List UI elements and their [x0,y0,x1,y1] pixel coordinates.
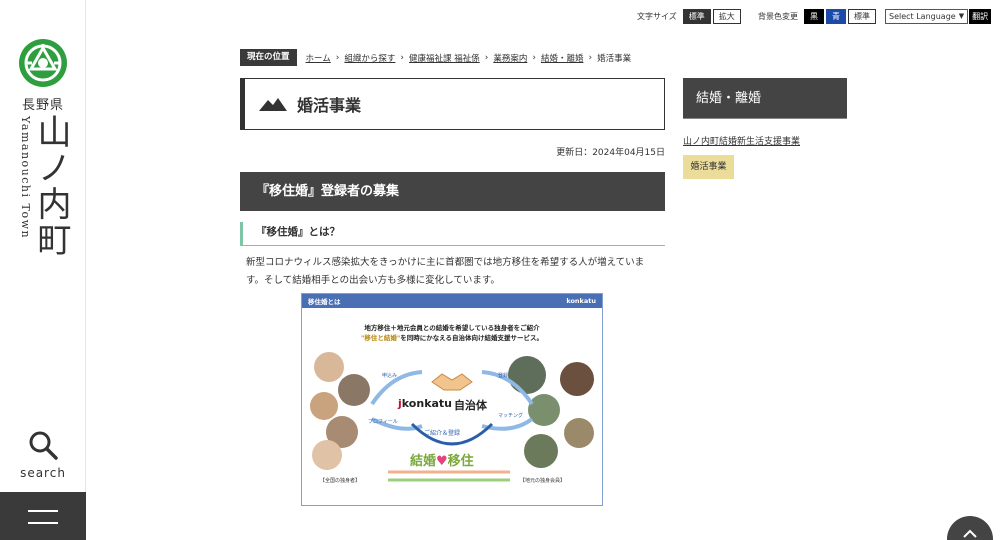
infographic-header-title: 移住婚とは [308,298,341,306]
arrow-label-register: 登録 [498,373,509,379]
breadcrumb-welfare[interactable]: 健康福祉課 福祉係 [409,52,480,64]
breadcrumb-services[interactable]: 業務案内 [493,52,527,64]
person-photo [564,418,594,448]
infographic-line1: 地方移住＋地元会員との結婚を希望している独身者をご紹介 [364,324,540,332]
font-size-label: 文字サイズ [637,11,677,21]
subsection-heading: 『移住婚』とは？ [240,222,665,246]
side-nav-item-current[interactable]: 婚活事業 [683,155,734,179]
caption-local-singles: 【地元の独身会員】 [520,478,566,484]
bg-black-button[interactable]: 黒 [804,8,824,24]
iju-kon-infographic: 移住婚とは konkatu 地方移住＋地元会員との結婚を希望している独身者をご紹… [301,293,603,506]
caption-national-singles: 【全国の独身者】 [320,478,361,484]
bg-blue-button[interactable]: 青 [826,8,846,24]
back-to-top-button[interactable] [947,516,993,540]
prefecture-name: 長野県 [22,98,65,113]
chevron-right-icon: › [532,52,536,63]
arrow-label-apply: 申込み [382,373,398,379]
background-color-controls: 背景色変更 黒 青 標準 [758,8,878,24]
person-photo [312,440,342,470]
breadcrumb-home[interactable]: ホーム [306,52,331,64]
side-nav-item-support[interactable]: 山ノ内町結婚新生活支援事業 [683,134,800,147]
page-title-box: 婚活事業 [240,78,665,130]
bg-color-label: 背景色変更 [758,11,798,21]
language-select[interactable]: Select Language ▼ [885,8,969,24]
person-photo [314,352,344,382]
font-large-button[interactable]: 拡大 [712,8,741,24]
chevron-up-icon [963,529,977,538]
breadcrumb-marriage[interactable]: 結婚・離婚 [541,52,584,64]
page-title: 婚活事業 [297,96,362,115]
search-button[interactable]: search [14,430,72,482]
font-standard-button[interactable]: 標準 [682,8,711,24]
heart-icon: ♥ [436,454,448,469]
chevron-right-icon: › [484,52,489,63]
arrow-label-profile: プロフィール [368,419,398,425]
person-photo [310,392,338,420]
konkatu-logo: jkonkatu [398,397,453,410]
infographic-line2: "移住と結婚"を同時にかなえる自治体向け結婚支援サービス。 [360,334,544,342]
side-nav-heading[interactable]: 結婚・離婚 [683,78,847,119]
chevron-right-icon: › [335,52,340,63]
intro-register-label: ご紹介＆登録 [424,430,461,437]
arrow-label-match: マッチング [498,413,524,419]
updated-date: 更新日：2024年04月15日 [556,148,665,158]
person-photo [560,362,594,396]
breadcrumb-label: 現在の位置 [240,49,297,66]
language-controls: Select Language ▼ 翻訳 [885,8,992,24]
breadcrumb: 現在の位置 ホーム › 組織から探す › 健康福祉課 福祉係 › 業務案内 › … [240,49,631,66]
marriage-migration-label: 結婚♥移住 [410,454,474,469]
font-size-controls: 文字サイズ 標準 拡大 [637,8,743,24]
section-heading: 『移住婚』登録者の募集 [240,172,665,211]
infographic-header: 移住婚とは konkatu [302,294,602,308]
mountain-icon [259,98,287,111]
search-icon [29,431,58,460]
double-arrow [388,470,510,482]
chevron-right-icon: › [588,52,593,63]
menu-button[interactable] [0,492,86,540]
breadcrumb-organization[interactable]: 組織から探す [344,52,395,64]
breadcrumb-current: 婚活事業 [597,53,632,64]
translate-button[interactable]: 翻訳 [969,8,992,24]
bg-standard-button[interactable]: 標準 [848,8,876,24]
town-emblem-icon[interactable] [18,38,68,88]
chevron-down-icon: ▼ [958,11,965,20]
town-name-kanji[interactable]: 山ノ内町 [31,114,71,258]
municipality-label: 自治体 [454,399,487,412]
chevron-right-icon: › [400,52,404,63]
search-label: search [20,466,66,480]
infographic-header-brand: konkatu [566,297,596,305]
sidebar: 長野県 Yamanouchi Town 山ノ内町 search [0,0,86,540]
menu-icon [28,510,58,512]
body-paragraph: 新型コロナウィルス感染拡大をきっかけに主に首都圏では地方移住を希望する人が増えて… [246,257,645,286]
